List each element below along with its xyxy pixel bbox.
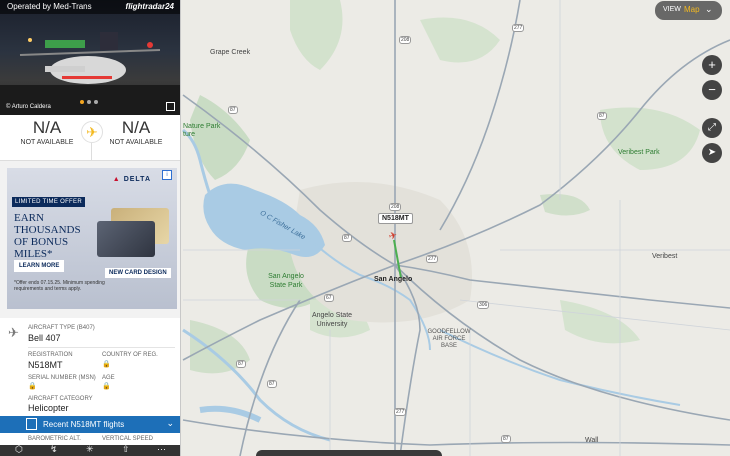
road-shield-277: 277 — [426, 255, 439, 263]
aircraft-icon: ✈ — [8, 325, 19, 340]
road-shield-208: 208 — [389, 203, 402, 211]
aircraft-category-label: AIRCRAFT CATEGORY — [28, 396, 93, 402]
label-nature-park: Nature Park — [183, 123, 221, 130]
plus-icon: + — [708, 57, 716, 72]
aircraft-callsign-label[interactable]: N518MT — [378, 213, 413, 224]
label-angelo-state-university: Angelo State University — [311, 312, 353, 328]
route-summary: N/A NOT AVAILABLE ✈ N/A NOT AVAILABLE — [0, 115, 180, 161]
road-shield-87: 87 — [342, 234, 352, 242]
destination-status: NOT AVAILABLE — [109, 139, 163, 146]
zoom-out-button[interactable]: − — [702, 80, 722, 100]
zoom-in-button[interactable]: + — [702, 55, 722, 75]
operator-text: Operated by Med-Trans — [7, 2, 92, 11]
origin-code: N/A — [32, 118, 62, 137]
view-mode-button[interactable]: VIEW Map ⌄ — [655, 1, 722, 20]
road-shield-87: 87 — [501, 435, 511, 443]
credit-card-image — [97, 221, 155, 257]
bottom-toolbar: ⬡ ↯ ✳ ⇧ ⋯ — [0, 444, 180, 456]
label-ture: ture — [183, 131, 196, 138]
carousel-dot[interactable] — [87, 100, 91, 104]
ad-headline: EARN THOUSANDS OF BONUS MILES* — [14, 212, 81, 260]
view-mode-value: Map — [684, 5, 700, 14]
label-veribest: Veribest — [652, 253, 678, 260]
lock-icon: 🔒 — [102, 361, 111, 368]
road-shield-87: 87 — [236, 360, 246, 368]
ad-new-card-badge: NEW CARD DESIGN — [105, 268, 171, 278]
flightradar-view: Grape Creek Nature Park ture Veribest Pa… — [0, 0, 730, 456]
follow-icon[interactable]: ✳ — [86, 444, 94, 455]
locate-button[interactable]: ➤ — [702, 143, 722, 163]
label-san-angelo-state-park: San Angelo State Park — [268, 273, 304, 289]
road-shield-277: 277 — [394, 408, 407, 416]
aircraft-type-label: AIRCRAFT TYPE (B407) — [28, 325, 95, 331]
road-shield-306: 306 — [477, 301, 490, 309]
road-shield-67: 67 — [324, 294, 334, 302]
serial-number-label: SERIAL NUMBER (MSN) — [28, 375, 96, 381]
origin-status: NOT AVAILABLE — [20, 139, 74, 146]
calendar-grid-icon — [26, 418, 37, 430]
ad-learn-more-button[interactable]: LEARN MORE — [14, 260, 65, 272]
expand-icon: ⤢ — [708, 122, 716, 133]
registration-label: REGISTRATION — [28, 352, 73, 358]
aircraft-photo[interactable]: Operated by Med-Trans flightradar24 © Ar… — [0, 0, 180, 115]
road-shield-208: 208 — [399, 36, 412, 44]
label-wall: Wall — [585, 437, 599, 444]
navigation-arrow-icon: ➤ — [707, 147, 717, 158]
external-link-icon[interactable] — [166, 102, 175, 111]
airplane-icon: ✈ — [81, 121, 103, 143]
aircraft-info-panel: Operated by Med-Trans flightradar24 © Ar… — [0, 0, 181, 456]
road-shield-87: 87 — [597, 112, 607, 120]
aircraft-category-value: Helicopter — [28, 403, 69, 413]
ad-fine-print: *Offer ends 07.15.25. Minimum spending r… — [14, 280, 105, 292]
route-icon[interactable]: ↯ — [50, 444, 58, 455]
road-shield-87: 87 — [267, 380, 277, 388]
photo-carousel-dots[interactable] — [80, 100, 98, 104]
helicopter-photo-image — [0, 32, 180, 115]
age-label: AGE — [102, 375, 115, 381]
chevron-down-icon: ⌄ — [166, 418, 174, 428]
ad-tag: LIMITED TIME OFFER — [12, 197, 85, 207]
destination-code: N/A — [121, 118, 151, 137]
vertical-speed-label: VERTICAL SPEED — [102, 436, 154, 442]
barometric-altitude-label: BAROMETRIC ALT. — [28, 436, 81, 442]
chevron-down-icon: ⌄ — [705, 4, 713, 14]
ad-choices-icon[interactable]: i — [162, 170, 172, 180]
view-label: VIEW — [663, 6, 681, 13]
label-veribest-park: Veribest Park — [618, 149, 660, 156]
photo-credit: © Arturo Caldera — [6, 104, 51, 110]
recent-flights-label: Recent N518MT flights — [43, 420, 125, 429]
lock-icon: 🔒 — [28, 383, 37, 390]
recent-flights-bar[interactable]: Recent N518MT flights ⌄ — [0, 416, 180, 433]
registration-value: N518MT — [28, 360, 63, 370]
share-icon[interactable]: ⇧ — [122, 444, 130, 455]
delta-logo: DELTA — [113, 176, 151, 183]
aircraft-type-value: Bell 407 — [28, 333, 61, 343]
aircraft-details: ✈ AIRCRAFT TYPE (B407) Bell 407 REGISTRA… — [0, 318, 180, 416]
more-icon[interactable]: ⋯ — [157, 444, 166, 455]
bottom-panel-handle[interactable] — [256, 450, 442, 456]
carousel-dot[interactable] — [80, 100, 84, 104]
label-san-angelo: San Angelo — [374, 276, 413, 283]
label-goodfellow-afb: GOODFELLOW AIR FORCE BASE — [427, 329, 471, 349]
road-shield-87: 87 — [228, 106, 238, 114]
fullscreen-button[interactable]: ⤢ — [702, 118, 722, 138]
3d-view-icon[interactable]: ⬡ — [15, 444, 23, 455]
advertisement-banner[interactable]: DELTA i LIMITED TIME OFFER EARN THOUSAND… — [7, 168, 177, 309]
flightradar24-logo: flightradar24 — [125, 2, 174, 11]
carousel-dot[interactable] — [94, 100, 98, 104]
lock-icon: 🔒 — [102, 383, 111, 390]
road-shield-277: 277 — [512, 24, 525, 32]
minus-icon: − — [708, 82, 716, 97]
label-grape-creek: Grape Creek — [210, 49, 251, 56]
country-label: COUNTRY OF REG. — [102, 352, 158, 358]
